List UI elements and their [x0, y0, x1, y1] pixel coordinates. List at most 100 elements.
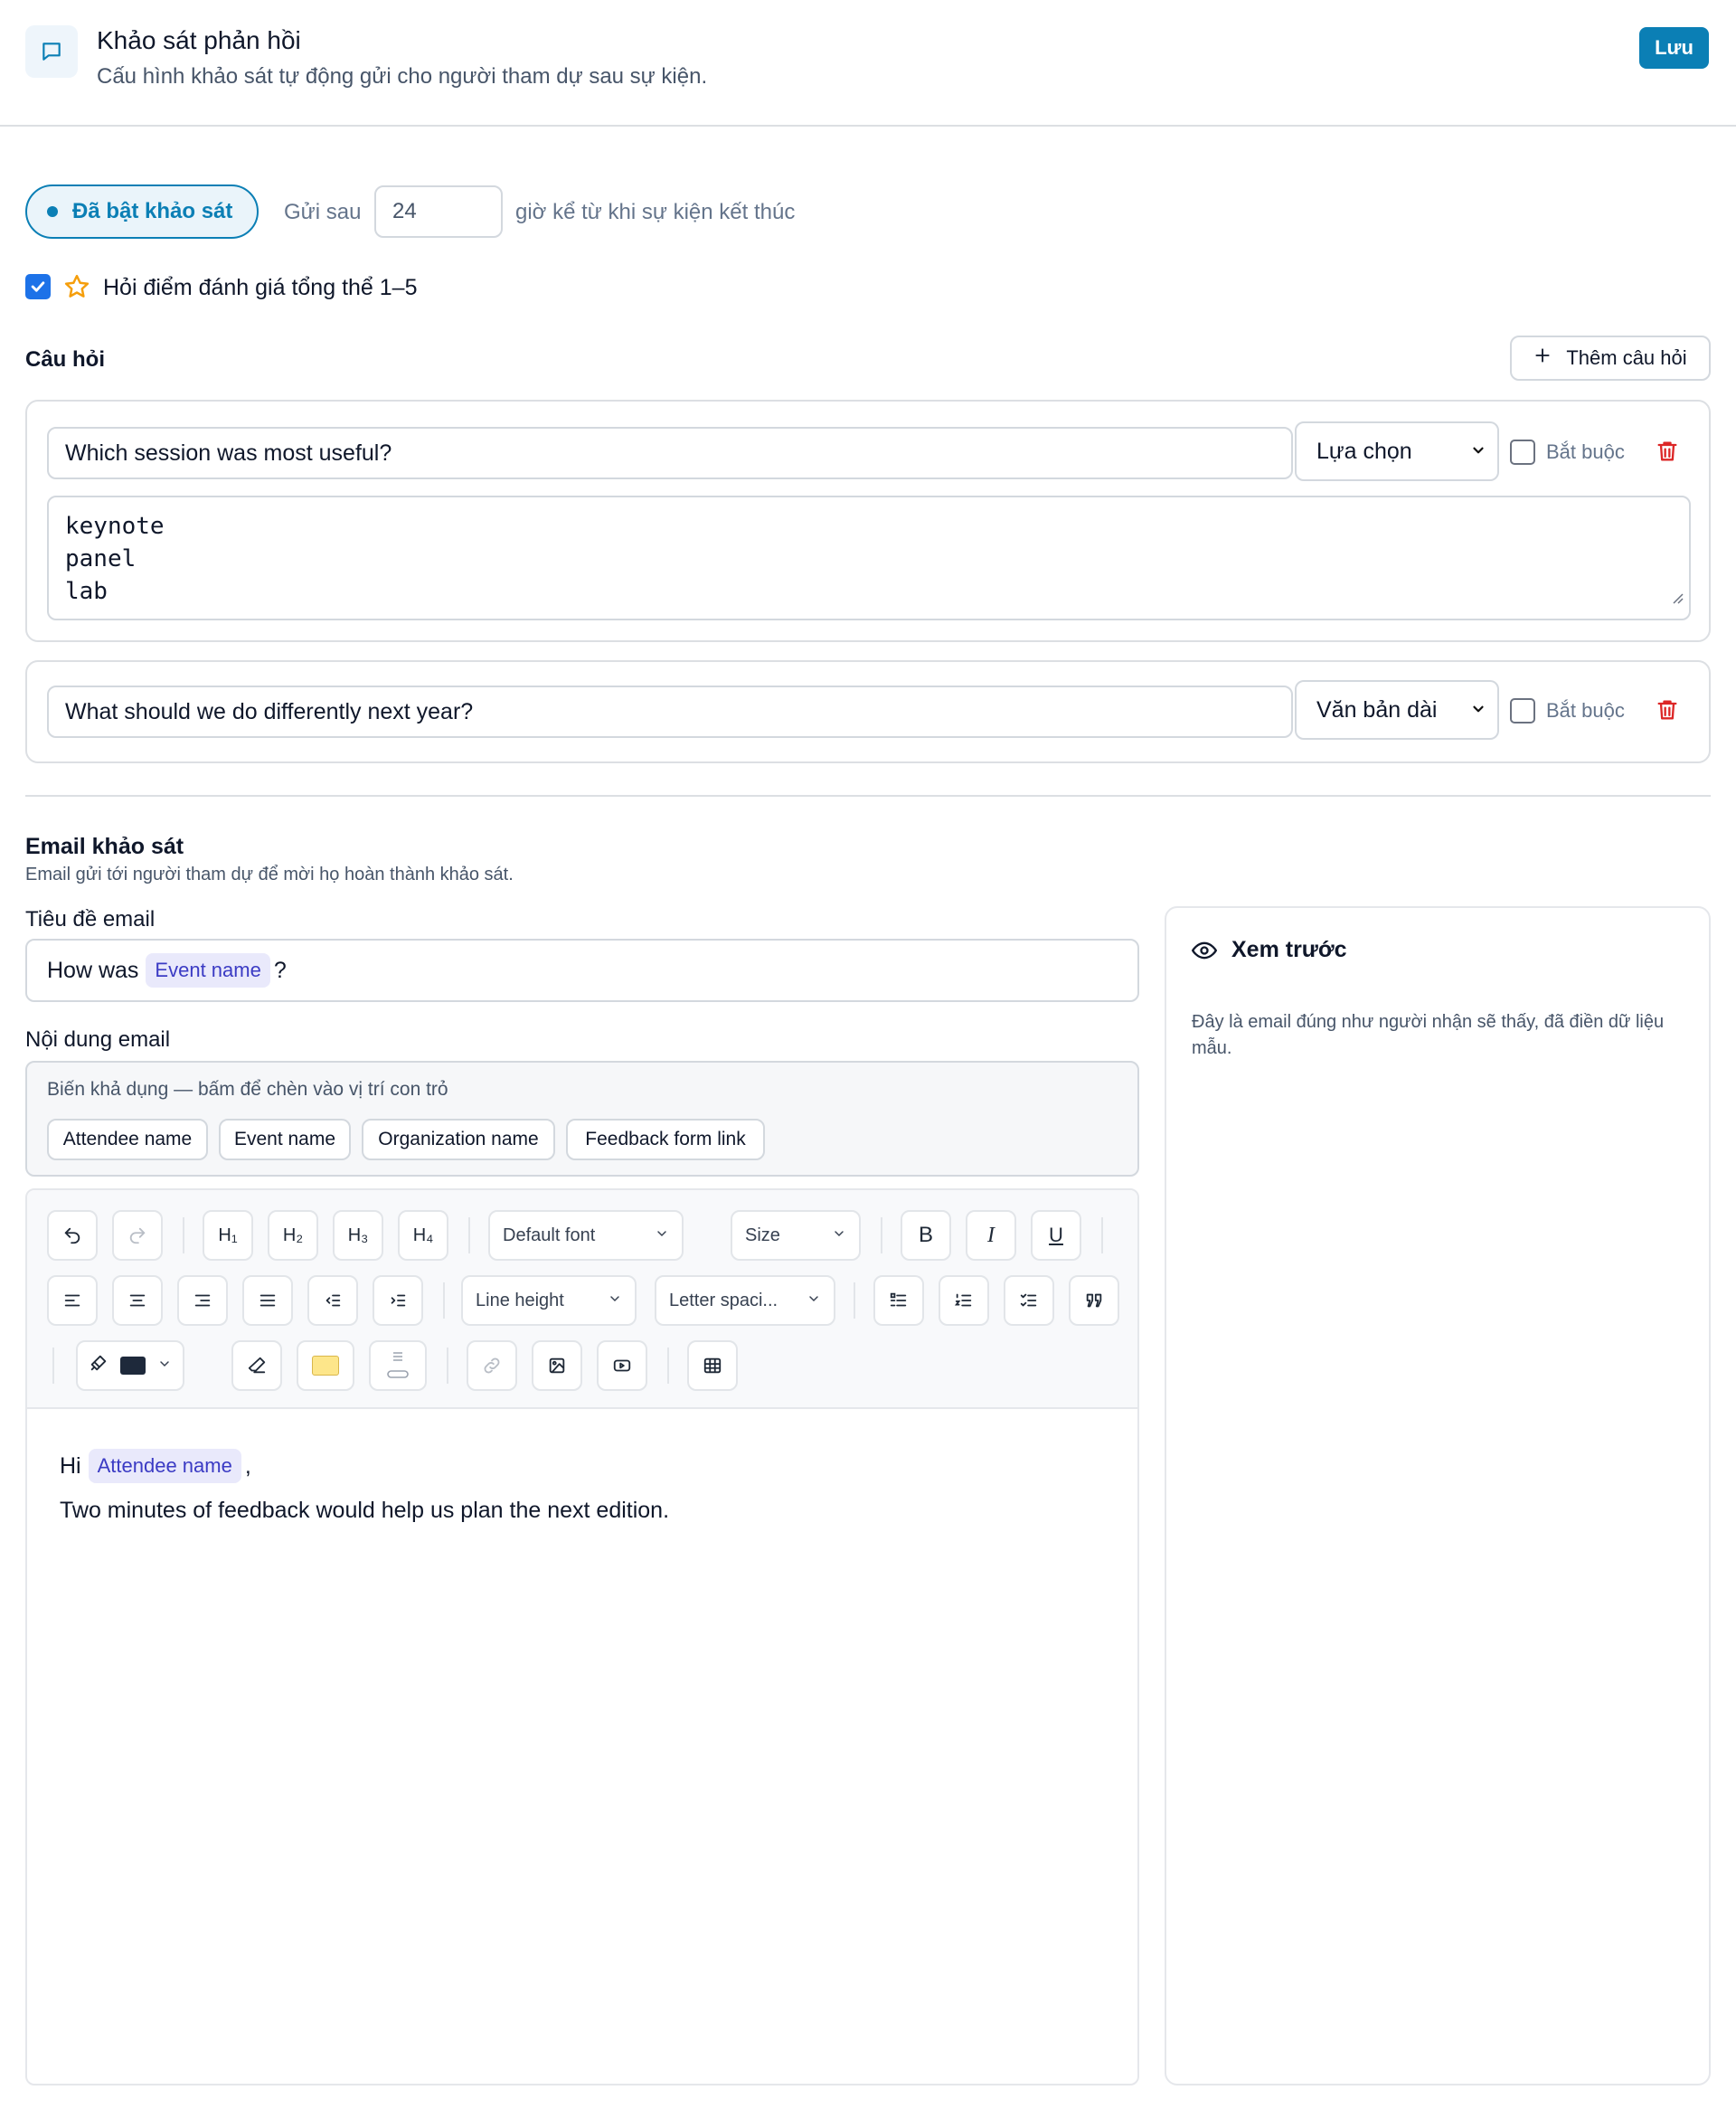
line-height-value: Line height — [476, 1290, 564, 1310]
variable-button-attendee-name[interactable]: Attendee name — [47, 1119, 208, 1160]
subject-prefix: How was — [47, 957, 139, 983]
bold-button[interactable]: B — [901, 1210, 951, 1261]
highlight-color-picker[interactable] — [297, 1340, 354, 1391]
page-subtitle: Cấu hình khảo sát tự động gửi cho người … — [97, 64, 708, 89]
subject-suffix: ? — [273, 957, 287, 983]
survey-enabled-toggle[interactable]: Đã bật khảo sát — [25, 184, 259, 239]
variables-panel: Biến khả dụng — bấm để chèn vào vị trí c… — [25, 1061, 1139, 1177]
hours-suffix-label: giờ kể từ khi sự kiện kết thúc — [515, 200, 796, 224]
question-options-textarea[interactable]: keynote panel lab — [47, 496, 1691, 620]
variable-chip[interactable]: Event name — [146, 953, 270, 988]
outdent-icon[interactable] — [307, 1275, 358, 1326]
italic-button[interactable]: I — [966, 1210, 1016, 1261]
questions-heading: Câu hỏi — [25, 347, 105, 372]
font-size-dropdown[interactable]: Size — [731, 1210, 861, 1261]
variable-chip[interactable]: Attendee name — [88, 1449, 241, 1483]
send-after-label: Gửi sau — [284, 200, 362, 224]
chevron-down-icon — [655, 1225, 669, 1246]
rating-checkbox[interactable] — [25, 274, 51, 299]
preview-panel: Xem trước Đây là email đúng như người nh… — [1165, 906, 1711, 2085]
font-size-value: Size — [745, 1225, 780, 1245]
toolbar-separator — [52, 1348, 54, 1384]
question-type-value: Lựa chọn — [1316, 438, 1412, 464]
resize-grip-icon[interactable] — [1671, 581, 1684, 613]
variables-title: Biến khả dụng — bấm để chèn vào vị trí c… — [47, 1079, 448, 1100]
question-card: What should we do differently next year?… — [25, 660, 1711, 763]
variable-button-event-name[interactable]: Event name — [219, 1119, 351, 1160]
header-divider — [0, 125, 1736, 127]
variable-button-organization-name[interactable]: Organization name — [362, 1119, 555, 1160]
heading-1-button[interactable]: H₁ — [203, 1210, 253, 1261]
chevron-down-icon — [157, 1356, 172, 1376]
trash-icon[interactable] — [1655, 696, 1680, 728]
font-family-dropdown[interactable]: Default font — [488, 1210, 684, 1261]
plus-icon — [1533, 346, 1552, 370]
toolbar-separator — [183, 1217, 184, 1253]
required-label: Bắt buộc — [1546, 440, 1625, 463]
greeting-text: Hi — [60, 1452, 81, 1479]
hours-input[interactable]: 24 — [374, 185, 503, 238]
required-label: Bắt buộc — [1546, 699, 1625, 722]
chevron-down-icon — [807, 1291, 821, 1311]
variable-button-feedback-form-link[interactable]: Feedback form link — [566, 1119, 765, 1160]
trash-icon[interactable] — [1655, 438, 1680, 469]
chevron-down-icon — [1470, 697, 1486, 723]
heading-4-button[interactable]: H₄ — [398, 1210, 448, 1261]
checklist-icon[interactable] — [1004, 1275, 1054, 1326]
question-type-select[interactable]: Văn bản dài — [1295, 680, 1499, 740]
rating-label: Hỏi điểm đánh giá tổng thể 1–5 — [103, 275, 418, 300]
heading-3-button[interactable]: H₃ — [333, 1210, 383, 1261]
align-center-icon[interactable] — [112, 1275, 163, 1326]
preview-description: Đây là email đúng như người nhận sẽ thấy… — [1192, 1012, 1665, 1058]
eraser-icon[interactable] — [231, 1340, 282, 1391]
add-question-button[interactable]: Thêm câu hỏi — [1510, 336, 1711, 381]
line-style-icon[interactable] — [369, 1340, 427, 1391]
align-justify-icon[interactable] — [242, 1275, 293, 1326]
video-icon[interactable] — [597, 1340, 647, 1391]
question-text-input[interactable]: What should we do differently next year? — [47, 686, 1293, 738]
save-button[interactable]: Lưu — [1639, 27, 1709, 69]
greeting-suffix: , — [244, 1452, 251, 1479]
redo-icon[interactable] — [112, 1210, 163, 1261]
link-icon[interactable] — [467, 1340, 517, 1391]
blockquote-icon[interactable] — [1069, 1275, 1119, 1326]
toolbar-separator — [468, 1217, 470, 1253]
required-checkbox[interactable] — [1510, 440, 1535, 465]
chevron-down-icon — [608, 1291, 622, 1311]
chevron-down-icon — [1470, 439, 1486, 465]
email-section-subheading: Email gửi tới người tham dự để mời họ ho… — [25, 865, 514, 884]
email-body-editor[interactable]: H₁ H₂ H₃ H₄ Default font Size B I U Line… — [25, 1188, 1139, 2085]
eye-icon — [1192, 941, 1217, 965]
align-right-icon[interactable] — [177, 1275, 228, 1326]
question-card: Which session was most useful? Lựa chọn … — [25, 400, 1711, 642]
text-color-picker[interactable] — [76, 1340, 184, 1391]
subject-label: Tiêu đề email — [25, 907, 156, 932]
highlight-swatch — [312, 1356, 339, 1376]
bullet-list-icon[interactable] — [873, 1275, 924, 1326]
toolbar-separator — [443, 1282, 445, 1319]
required-checkbox[interactable] — [1510, 698, 1535, 723]
indent-icon[interactable] — [373, 1275, 423, 1326]
align-left-icon[interactable] — [47, 1275, 98, 1326]
numbered-list-icon[interactable] — [939, 1275, 989, 1326]
text-color-swatch — [119, 1357, 146, 1375]
table-icon[interactable] — [687, 1340, 738, 1391]
survey-enabled-label: Đã bật khảo sát — [72, 199, 233, 223]
star-icon — [63, 273, 90, 305]
question-type-select[interactable]: Lựa chọn — [1295, 421, 1499, 481]
add-question-label: Thêm câu hỏi — [1566, 346, 1687, 369]
toolbar-separator — [1101, 1217, 1103, 1253]
underline-button[interactable]: U — [1031, 1210, 1081, 1261]
preview-title: Xem trước — [1231, 937, 1347, 962]
chat-bubble-icon — [25, 25, 78, 78]
editor-toolbar: H₁ H₂ H₃ H₄ Default font Size B I U Line… — [27, 1190, 1137, 1409]
font-family-value: Default font — [503, 1225, 596, 1245]
undo-icon[interactable] — [47, 1210, 98, 1261]
toolbar-separator — [447, 1348, 448, 1384]
image-icon[interactable] — [532, 1340, 582, 1391]
question-text-input[interactable]: Which session was most useful? — [47, 427, 1293, 479]
subject-input[interactable]: How was Event name ? — [25, 939, 1139, 1002]
heading-2-button[interactable]: H₂ — [268, 1210, 318, 1261]
line-height-dropdown[interactable]: Line height — [461, 1275, 637, 1326]
letter-spacing-dropdown[interactable]: Letter spaci... — [655, 1275, 835, 1326]
